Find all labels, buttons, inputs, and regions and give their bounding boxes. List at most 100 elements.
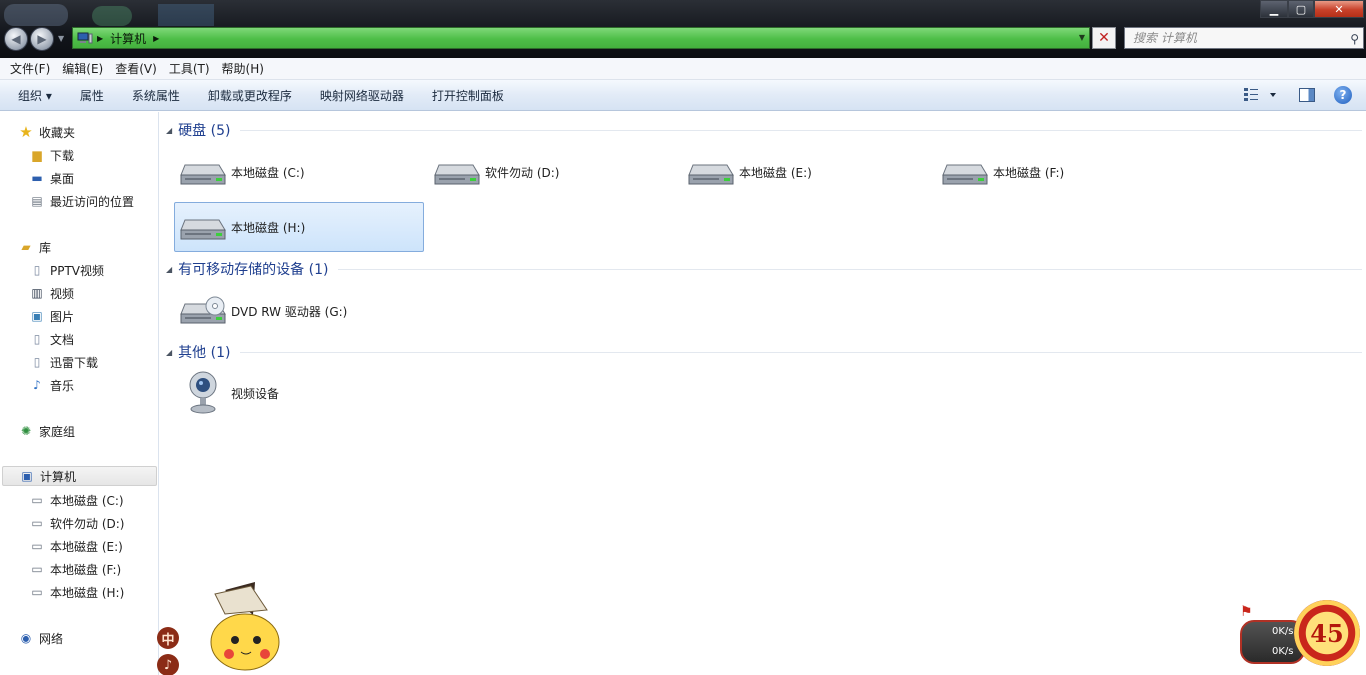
drive-label: DVD RW 驱动器 (G:)	[231, 304, 348, 319]
drive-d-tile[interactable]: 软件勿动 (D:)	[428, 147, 678, 197]
stop-button[interactable]: ✕	[1092, 27, 1116, 49]
search-icon[interactable]: ⚲	[1350, 29, 1359, 49]
nav-desktop[interactable]: ▬ 桌面	[29, 168, 74, 188]
content-area: ◢ 硬盘 (5) 本地磁盘 (C:) 软件勿动 (D:) 本地磁盘 (E:) 本…	[160, 112, 1366, 675]
desktop-blur	[4, 4, 68, 26]
desktop-blur	[92, 6, 132, 26]
maximize-button[interactable]: ▢	[1288, 0, 1314, 18]
nav-recent-places[interactable]: ▤ 最近访问的位置	[29, 191, 134, 211]
hard-drive-icon	[433, 157, 481, 187]
system-drive-icon: ▭	[31, 493, 43, 507]
nav-label: 文档	[50, 332, 75, 347]
upload-speed: 0K/s	[1272, 626, 1294, 637]
nav-drive-f[interactable]: ▭ 本地磁盘 (F:)	[29, 559, 121, 579]
drive-h-tile[interactable]: 本地磁盘 (H:)	[174, 202, 424, 252]
drive-label: 软件勿动 (D:)	[485, 165, 560, 180]
recent-pages-dropdown-icon[interactable]: ▼	[58, 34, 64, 43]
ime-punctuation-indicator[interactable]: ♪	[157, 654, 179, 675]
optimization-score-badge[interactable]: 45	[1294, 600, 1360, 666]
search-input[interactable]: 搜索 计算机 ⚲	[1124, 27, 1364, 49]
music-note-icon: ♪	[33, 378, 41, 392]
divider	[240, 129, 1362, 131]
collapse-triangle-icon[interactable]: ◢	[166, 265, 172, 274]
nav-drive-h[interactable]: ▭ 本地磁盘 (H:)	[29, 582, 124, 602]
nav-label: 桌面	[50, 171, 75, 186]
hard-drive-icon: ▭	[31, 516, 43, 530]
uninstall-program-button[interactable]: 卸载或更改程序	[194, 87, 306, 104]
divider	[338, 268, 1362, 270]
desktop-blur	[158, 4, 214, 26]
menu-file[interactable]: 文件(F)	[4, 60, 56, 77]
organize-button[interactable]: 组织 ▾	[0, 87, 66, 104]
ime-mode-indicator[interactable]: 中	[157, 627, 179, 649]
nav-label: 收藏夹	[39, 125, 76, 140]
preview-pane-icon[interactable]	[1299, 88, 1315, 102]
nav-thunder-downloads[interactable]: ▯ 迅雷下载	[29, 352, 98, 372]
score-number: 45	[1310, 618, 1344, 648]
breadcrumb-separator-icon[interactable]: ▶	[97, 34, 103, 43]
picture-icon: ▣	[31, 309, 43, 323]
open-control-panel-button[interactable]: 打开控制面板	[418, 87, 518, 104]
menu-view[interactable]: 查看(V)	[109, 60, 163, 77]
nav-network[interactable]: ◉ 网络	[18, 628, 63, 648]
computer-icon: ▣	[21, 469, 33, 483]
address-bar[interactable]: ▶ 计算机 ▶ ▼	[72, 27, 1090, 49]
address-history-dropdown-icon[interactable]: ▼	[1079, 33, 1085, 42]
dvd-drive-tile[interactable]: DVD RW 驱动器 (G:)	[174, 286, 424, 336]
recent-places-icon: ▤	[31, 194, 43, 208]
nav-homegroup[interactable]: ✺ 家庭组	[18, 421, 75, 441]
document-icon: ▯	[33, 332, 41, 346]
nav-drive-e[interactable]: ▭ 本地磁盘 (E:)	[29, 536, 122, 556]
nav-label: 视频	[50, 286, 75, 301]
breadcrumb-separator-icon[interactable]: ▶	[153, 34, 159, 43]
device-label: 视频设备	[231, 386, 280, 401]
nav-label: 软件勿动 (D:)	[50, 516, 125, 531]
group-other[interactable]: ◢ 其他 (1)	[166, 342, 1362, 362]
nav-computer[interactable]: ▣ 计算机	[2, 466, 157, 486]
drive-c-tile[interactable]: 本地磁盘 (C:)	[174, 147, 424, 197]
back-button[interactable]: ◀	[4, 27, 28, 51]
menu-tools[interactable]: 工具(T)	[163, 60, 216, 77]
nav-label: 图片	[50, 309, 75, 324]
group-removable-storage[interactable]: ◢ 有可移动存储的设备 (1)	[166, 259, 1362, 279]
minimize-button[interactable]: ▁	[1260, 0, 1288, 18]
nav-label: 库	[39, 240, 52, 255]
nav-label: PPTV视频	[50, 263, 105, 278]
help-icon[interactable]: ?	[1334, 86, 1352, 104]
nav-pictures[interactable]: ▣ 图片	[29, 306, 74, 326]
menu-edit[interactable]: 编辑(E)	[56, 60, 109, 77]
video-device-tile[interactable]: 视频设备	[174, 368, 424, 418]
nav-label: 迅雷下载	[50, 355, 99, 370]
nav-drive-c[interactable]: ▭ 本地磁盘 (C:)	[29, 490, 124, 510]
hard-drive-icon: ▭	[31, 539, 43, 553]
nav-label: 音乐	[50, 378, 75, 393]
close-button[interactable]: ✕	[1314, 0, 1364, 18]
map-network-drive-button[interactable]: 映射网络驱动器	[306, 87, 418, 104]
homegroup-icon: ✺	[20, 424, 32, 438]
nav-music[interactable]: ♪ 音乐	[29, 375, 74, 395]
nav-drive-d[interactable]: ▭ 软件勿动 (D:)	[29, 513, 124, 533]
system-properties-button[interactable]: 系统属性	[118, 87, 194, 104]
collapse-triangle-icon[interactable]: ◢	[166, 348, 172, 357]
film-icon: ▥	[31, 286, 43, 300]
nav-documents[interactable]: ▯ 文档	[29, 329, 74, 349]
drive-label: 本地磁盘 (E:)	[739, 165, 812, 180]
change-view-icon[interactable]	[1243, 87, 1279, 103]
drive-e-tile[interactable]: 本地磁盘 (E:)	[682, 147, 932, 197]
nav-favorites[interactable]: ★ 收藏夹	[18, 122, 75, 142]
nav-pptv-video[interactable]: ▯ PPTV视频	[29, 260, 104, 280]
properties-button[interactable]: 属性	[66, 87, 118, 104]
menu-help[interactable]: 帮助(H)	[216, 60, 270, 77]
group-title: 其他 (1)	[178, 345, 231, 361]
collapse-triangle-icon[interactable]: ◢	[166, 126, 172, 135]
breadcrumb-computer[interactable]: 计算机	[110, 30, 146, 47]
group-hard-disks[interactable]: ◢ 硬盘 (5)	[166, 120, 1362, 140]
nav-label: 计算机	[40, 469, 77, 484]
forward-button[interactable]: ▶	[30, 27, 54, 51]
nav-label: 本地磁盘 (C:)	[50, 493, 124, 508]
document-icon: ▯	[33, 263, 41, 277]
nav-downloads[interactable]: ▆ 下载	[29, 145, 74, 165]
nav-videos[interactable]: ▥ 视频	[29, 283, 74, 303]
nav-libraries[interactable]: ▰ 库	[18, 237, 51, 257]
drive-f-tile[interactable]: 本地磁盘 (F:)	[936, 147, 1186, 197]
